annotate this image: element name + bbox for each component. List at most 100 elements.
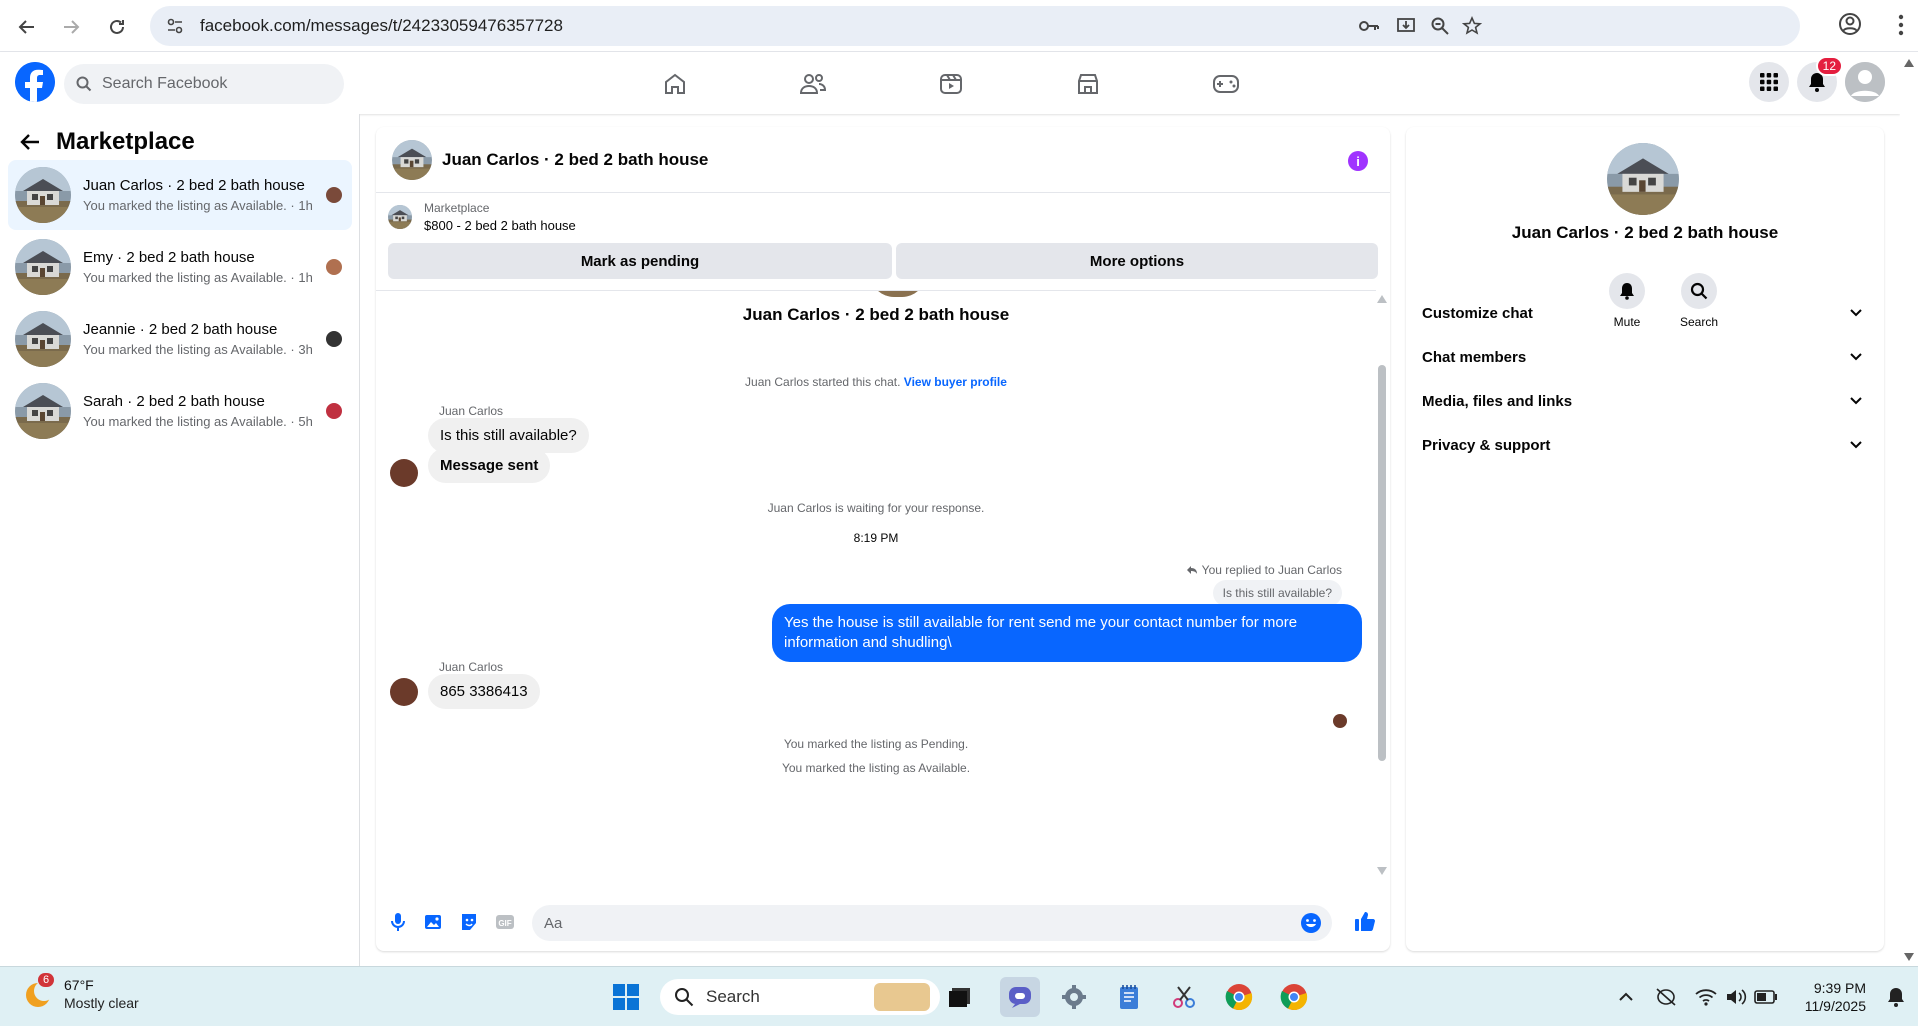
- like-thumb-icon[interactable]: [1354, 910, 1376, 932]
- gaming-icon[interactable]: [1206, 66, 1246, 102]
- system-clock[interactable]: 9:39 PM 11/9/2025: [1805, 979, 1866, 1015]
- windows-start-icon[interactable]: [610, 981, 642, 1013]
- reload-icon[interactable]: [102, 12, 132, 42]
- conversation-item[interactable]: Emy · 2 bed 2 bath house You marked the …: [8, 232, 352, 302]
- browser-toolbar: facebook.com/messages/t/2423305947635772…: [0, 0, 1918, 52]
- sender-name: Juan Carlos: [439, 404, 504, 418]
- sticker-icon[interactable]: [459, 912, 479, 932]
- weather-widget[interactable]: 6 67°F Mostly clear: [22, 973, 139, 1011]
- svg-text:GIF: GIF: [498, 919, 511, 928]
- media-files-links-section[interactable]: Media, files and links: [1420, 379, 1870, 423]
- sender-avatar[interactable]: [390, 459, 418, 487]
- intro-title: Juan Carlos · 2 bed 2 bath house: [742, 305, 1010, 324]
- message-bubble[interactable]: Message sent: [428, 448, 551, 483]
- chevron-down-icon: [1850, 441, 1862, 449]
- details-listing-image[interactable]: [1607, 143, 1679, 215]
- site-settings-icon[interactable]: [166, 17, 184, 35]
- emoji-icon[interactable]: [1300, 912, 1322, 934]
- mark-as-pending-button[interactable]: Mark as pending: [388, 243, 892, 279]
- show-hidden-icons-chevron[interactable]: [1610, 981, 1642, 1013]
- volume-icon[interactable]: [1720, 981, 1752, 1013]
- chat-scrollbar[interactable]: [1376, 290, 1388, 880]
- quoted-message[interactable]: Is this still available?: [1212, 580, 1342, 606]
- chat-listing-avatar[interactable]: [392, 140, 432, 180]
- video-icon[interactable]: [931, 66, 971, 102]
- conversation-item[interactable]: Juan Carlos · 2 bed 2 bath house You mar…: [8, 160, 352, 230]
- section-label: Customize chat: [1422, 304, 1533, 322]
- status-pending-note: You marked the listing as Pending.: [783, 737, 969, 751]
- section-label: Media, files and links: [1422, 392, 1573, 410]
- browser-profile-icon[interactable]: [1838, 12, 1862, 36]
- friends-icon[interactable]: [793, 66, 833, 102]
- taskbar-search[interactable]: Search: [660, 979, 940, 1015]
- reply-indicator-text: You replied to Juan Carlos: [1201, 563, 1342, 577]
- bookmark-star-icon[interactable]: [1462, 16, 1482, 36]
- home-icon[interactable]: [655, 66, 695, 102]
- customize-chat-section[interactable]: Customize chat: [1420, 291, 1870, 335]
- notification-center-icon[interactable]: [1880, 981, 1912, 1013]
- view-buyer-profile-link[interactable]: View buyer profile: [904, 375, 1007, 389]
- microphone-icon[interactable]: [390, 912, 406, 932]
- notepad-icon[interactable]: [1113, 981, 1145, 1013]
- conversation-item[interactable]: Jeannie · 2 bed 2 bath house You marked …: [8, 304, 352, 374]
- chat-app-icon[interactable]: [1000, 977, 1040, 1017]
- chat-title[interactable]: Juan Carlos · 2 bed 2 bath house: [442, 150, 708, 170]
- zoom-icon[interactable]: [1430, 16, 1450, 36]
- notifications-bell-icon[interactable]: 12: [1797, 56, 1843, 102]
- search-icon: [76, 76, 92, 92]
- conversation-item[interactable]: Sarah · 2 bed 2 bath house You marked th…: [8, 376, 352, 446]
- task-view-icon[interactable]: [944, 981, 976, 1013]
- listing-label: Marketplace: [424, 201, 490, 215]
- search-placeholder[interactable]: Search Facebook: [102, 75, 227, 93]
- sender-avatar[interactable]: [390, 678, 418, 706]
- weather-condition: Mostly clear: [64, 995, 139, 1011]
- install-app-icon[interactable]: [1396, 16, 1416, 36]
- message-composer: GIF Aa: [376, 897, 1390, 949]
- chrome-icon[interactable]: [1223, 981, 1255, 1013]
- back-arrow-icon[interactable]: [20, 133, 40, 151]
- gif-icon[interactable]: GIF: [495, 912, 515, 932]
- listing-thumbnail: [15, 239, 71, 295]
- taskbar-search-label: Search: [706, 987, 760, 1006]
- info-icon[interactable]: i: [1348, 151, 1368, 171]
- settings-gear-icon[interactable]: [1058, 981, 1090, 1013]
- read-receipt-avatar: [326, 403, 342, 419]
- my-message-bubble[interactable]: Yes the house is still available for ren…: [772, 604, 1362, 662]
- privacy-support-section[interactable]: Privacy & support: [1420, 423, 1870, 467]
- browser-menu-icon[interactable]: [1898, 14, 1904, 36]
- back-icon[interactable]: [12, 12, 42, 42]
- wifi-icon[interactable]: [1690, 981, 1722, 1013]
- address-bar[interactable]: facebook.com/messages/t/2423305947635772…: [150, 6, 1800, 46]
- message-input[interactable]: Aa: [532, 905, 1332, 941]
- listing-summary[interactable]: Marketplace $800 - 2 bed 2 bath house: [388, 201, 576, 233]
- forward-icon[interactable]: [56, 12, 86, 42]
- photo-icon[interactable]: [424, 912, 444, 932]
- chat-members-section[interactable]: Chat members: [1420, 335, 1870, 379]
- section-label: Chat members: [1422, 348, 1527, 366]
- location-off-icon[interactable]: [1650, 981, 1682, 1013]
- conversation-name: Emy · 2 bed 2 bath house: [83, 249, 255, 266]
- battery-icon[interactable]: [1750, 981, 1782, 1013]
- more-options-button[interactable]: More options: [896, 243, 1378, 279]
- seen-avatar: [1333, 714, 1347, 728]
- url-text[interactable]: facebook.com/messages/t/2423305947635772…: [200, 16, 563, 36]
- page-scrollbar[interactable]: [1900, 52, 1918, 966]
- listing-thumbnail: [15, 383, 71, 439]
- read-receipt-avatar: [326, 259, 342, 275]
- status-available-note: You marked the listing as Available.: [781, 761, 971, 775]
- password-key-icon[interactable]: [1358, 16, 1380, 36]
- marketplace-conversation-list: Marketplace Juan Carlos · 2 bed 2 bath h…: [0, 114, 360, 966]
- conversation-status: You marked the listing as Available. · 1…: [83, 270, 313, 285]
- listing-price: $800 - 2 bed 2 bath house: [424, 218, 576, 233]
- chrome-profile-icon[interactable]: [1278, 981, 1310, 1013]
- read-receipt-avatar: [326, 331, 342, 347]
- facebook-search[interactable]: Search Facebook: [64, 64, 344, 104]
- marketplace-icon[interactable]: [1068, 66, 1108, 102]
- menu-grid-icon[interactable]: [1749, 62, 1789, 102]
- snipping-tool-icon[interactable]: [1168, 981, 1200, 1013]
- message-bubble[interactable]: 865 3386413: [428, 674, 540, 709]
- notification-count-badge: 12: [1815, 56, 1843, 76]
- account-avatar[interactable]: [1845, 62, 1885, 102]
- conversation-status: You marked the listing as Available. · 5…: [83, 414, 313, 429]
- facebook-logo-icon[interactable]: [15, 62, 55, 102]
